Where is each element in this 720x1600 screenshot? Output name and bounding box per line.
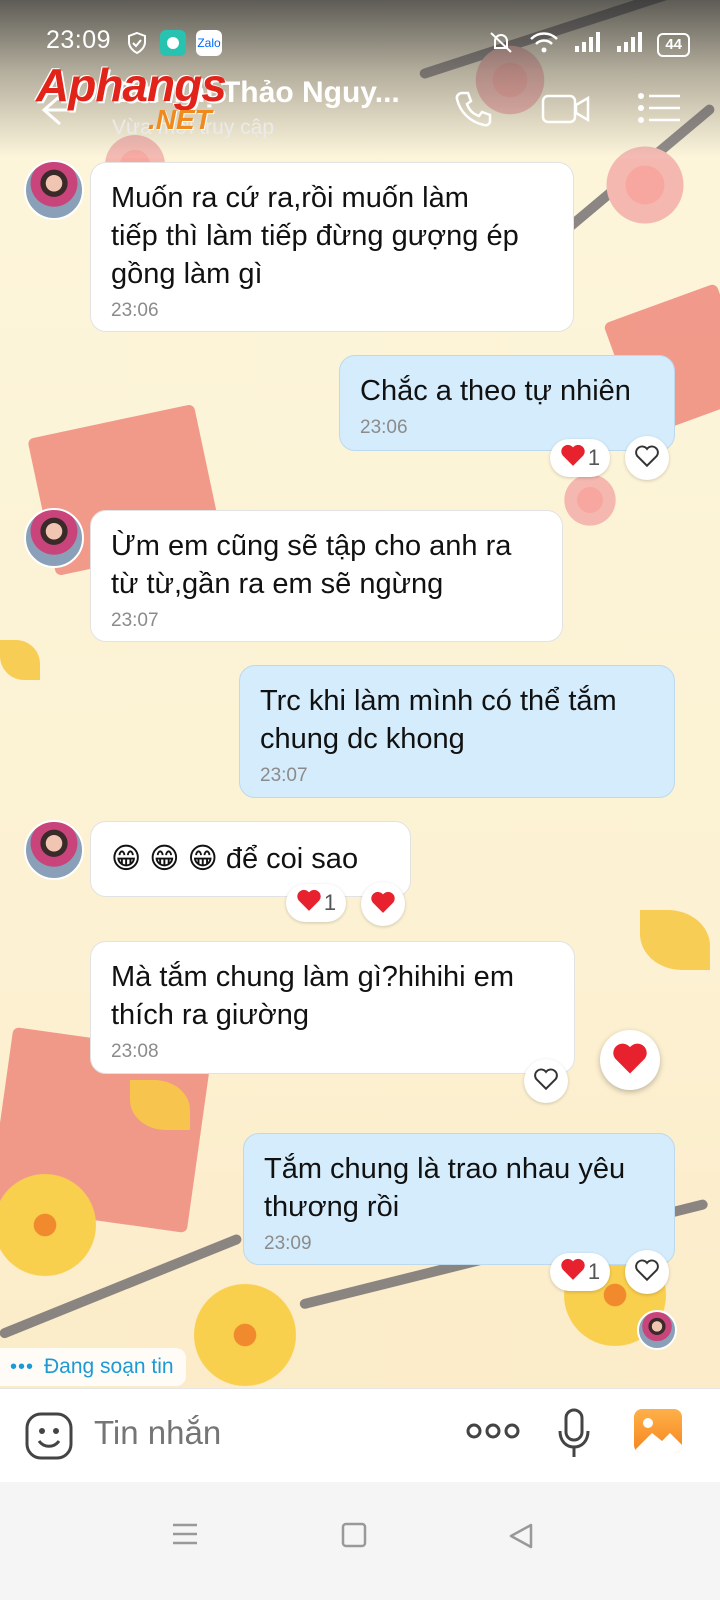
message-bubble-incoming[interactable]: Muốn ra cứ ra,rồi muốn làm tiếp thì làm … xyxy=(90,162,574,332)
message-bubble-outgoing[interactable]: Chắc a theo tự nhiên 23:06 xyxy=(339,355,675,451)
heart-icon xyxy=(560,443,586,473)
message-bubble-outgoing[interactable]: Trc khi làm mình có thể tắm chung dc kho… xyxy=(239,665,675,798)
quick-heart-reaction-button[interactable] xyxy=(600,1030,660,1090)
typing-indicator: ••• Đang soạn tin xyxy=(0,1348,186,1386)
chat-options-button[interactable] xyxy=(636,88,682,133)
shield-check-icon xyxy=(124,30,150,56)
square-icon xyxy=(341,1522,367,1552)
message-input[interactable] xyxy=(92,1413,436,1453)
send-image-button[interactable] xyxy=(634,1409,682,1453)
message-text-line: Mà tắm chung làm gì?hihihi em xyxy=(111,961,514,993)
message-timestamp: 23:07 xyxy=(111,610,159,631)
reaction-summary[interactable]: 1 xyxy=(550,439,610,477)
message-bubble-outgoing[interactable]: Tắm chung là trao nhau yêu thương rồi 23… xyxy=(243,1133,675,1265)
message-timestamp: 23:06 xyxy=(111,300,159,321)
signal-icon xyxy=(615,31,643,59)
message-text-line: gồng làm gì xyxy=(111,258,263,290)
heart-icon xyxy=(611,1041,649,1080)
message-list[interactable]: Muốn ra cứ ra,rồi muốn làm tiếp thì làm … xyxy=(0,0,720,1410)
message-composer xyxy=(0,1388,720,1483)
sticker-button[interactable] xyxy=(24,1411,74,1466)
heart-outline-icon xyxy=(634,1258,660,1287)
signal-icon xyxy=(573,31,601,59)
microphone-icon xyxy=(556,1408,592,1465)
mute-bell-icon xyxy=(487,30,515,60)
home-button[interactable] xyxy=(341,1522,367,1553)
seen-avatar xyxy=(637,1310,677,1350)
react-heart-button[interactable] xyxy=(625,436,669,480)
voice-record-button[interactable] xyxy=(556,1407,592,1466)
message-text-line: tiếp thì làm tiếp đừng gượng ép xyxy=(111,220,519,252)
heart-outline-icon xyxy=(634,444,660,473)
react-heart-button[interactable] xyxy=(361,882,405,926)
reaction-summary[interactable]: 1 xyxy=(286,884,346,922)
triangle-back-icon xyxy=(507,1523,535,1554)
menu-list-icon xyxy=(636,93,682,132)
message-timestamp: 23:07 xyxy=(260,765,308,786)
watermark-logo-suffix: .NET xyxy=(148,104,212,135)
typing-dots-icon: ••• xyxy=(10,1355,35,1378)
menu-lines-icon xyxy=(172,1523,198,1550)
message-bubble-incoming[interactable]: 😁 😁 😁 để coi sao xyxy=(90,821,411,897)
message-timestamp: 23:06 xyxy=(360,417,408,438)
phone-icon xyxy=(452,91,494,134)
message-text-line: Chắc a theo tự nhiên xyxy=(360,375,631,407)
typing-indicator-text: Đang soạn tin xyxy=(44,1355,174,1378)
message-text-line: từ từ,gần ra em sẽ ngừng xyxy=(111,568,444,600)
message-text-line: Muốn ra cứ ra,rồi muốn làm xyxy=(111,182,469,214)
system-navigation-bar xyxy=(0,1482,720,1600)
wifi-icon xyxy=(529,30,559,60)
message-text-line: Trc khi làm mình có thể tắm xyxy=(260,685,617,717)
back-button[interactable] xyxy=(507,1522,535,1555)
react-heart-button[interactable] xyxy=(524,1059,568,1103)
heart-icon xyxy=(560,1257,586,1287)
chat-bubble-icon xyxy=(160,30,186,56)
status-app-icons: Zalo xyxy=(124,30,222,56)
contact-avatar[interactable] xyxy=(24,508,84,568)
video-camera-icon xyxy=(540,94,592,134)
status-time: 23:09 xyxy=(46,26,112,54)
message-bubble-incoming[interactable]: Ừm em cũng sẽ tập cho anh ra từ từ,gần r… xyxy=(90,510,563,642)
heart-icon xyxy=(296,888,322,918)
more-options-button[interactable] xyxy=(466,1421,520,1446)
image-gallery-icon xyxy=(634,1418,682,1453)
heart-icon xyxy=(370,890,396,919)
message-text-line: thích ra giường xyxy=(111,999,310,1031)
message-text-line: Ừm em cũng sẽ tập cho anh ra xyxy=(111,530,512,562)
zalo-icon: Zalo xyxy=(196,30,222,56)
video-call-button[interactable] xyxy=(540,88,592,135)
reaction-count: 1 xyxy=(323,890,337,915)
reaction-count: 1 xyxy=(587,1259,601,1284)
heart-outline-icon xyxy=(533,1067,559,1096)
recent-apps-button[interactable] xyxy=(172,1522,198,1551)
system-status-icons: 44 xyxy=(487,30,690,60)
message-text-line: thương rồi xyxy=(264,1191,400,1223)
message-text-line: chung dc khong xyxy=(260,723,465,755)
message-text: 😁 😁 😁 để coi sao xyxy=(111,843,359,875)
message-timestamp: 23:08 xyxy=(111,1041,159,1062)
message-timestamp: 23:09 xyxy=(264,1233,312,1254)
message-bubble-incoming[interactable]: Mà tắm chung làm gì?hihihi em thích ra g… xyxy=(90,941,575,1074)
voice-call-button[interactable] xyxy=(452,88,494,135)
reaction-count: 1 xyxy=(587,445,601,470)
battery-indicator: 44 xyxy=(657,33,690,57)
contact-avatar[interactable] xyxy=(24,820,84,880)
reaction-summary[interactable]: 1 xyxy=(550,1253,610,1291)
emoji-icon xyxy=(24,1412,74,1465)
message-text-line: Tắm chung là trao nhau yêu xyxy=(264,1153,626,1185)
status-bar: 23:09 xyxy=(46,26,111,55)
contact-avatar[interactable] xyxy=(24,160,84,220)
react-heart-button[interactable] xyxy=(625,1250,669,1294)
more-dots-icon xyxy=(466,1423,520,1445)
